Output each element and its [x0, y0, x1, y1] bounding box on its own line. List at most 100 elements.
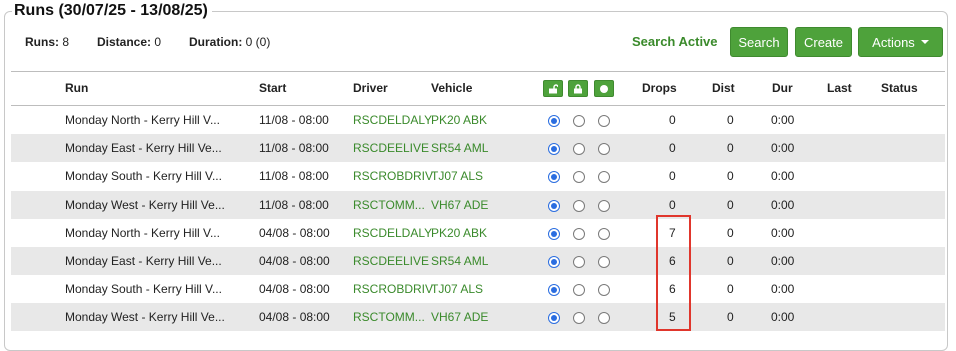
radio-locked[interactable]: [573, 115, 585, 127]
radio-circle[interactable]: [598, 284, 610, 297]
driver-cell[interactable]: RSCDELDALY: [353, 113, 432, 127]
distance-stat-value: 0: [154, 35, 162, 49]
panel-title: Runs (30/07/25 - 13/08/25): [12, 2, 212, 20]
radio-circle[interactable]: [598, 256, 610, 268]
dur-cell: 0:00: [771, 113, 795, 127]
start-cell: 11/08 - 08:00: [259, 113, 329, 127]
vehicle-cell[interactable]: SR54 AML: [431, 141, 488, 155]
driver-cell[interactable]: RSCDEELIVE: [353, 254, 429, 268]
radio-locked[interactable]: [573, 199, 585, 212]
radio-circle[interactable]: [598, 171, 610, 184]
radio-unlocked[interactable]: [548, 115, 560, 127]
radio-unlocked[interactable]: [548, 256, 560, 268]
search-active-label: Search Active: [632, 34, 718, 49]
vehicle-cell[interactable]: PK20 ABK: [431, 226, 487, 240]
start-cell: 11/08 - 08:00: [259, 197, 329, 212]
drops-highlight-box: [656, 215, 691, 331]
radio-circle[interactable]: [598, 115, 610, 127]
table-row[interactable]: Monday East - Kerry Hill Ve... 11/08 - 08…: [11, 134, 945, 163]
col-header-dur: Dur: [772, 81, 793, 95]
duration-stat: Duration: 0 (0): [189, 35, 270, 49]
select-all-lock-button[interactable]: [568, 80, 588, 97]
col-header-driver: Driver: [353, 81, 388, 95]
dur-cell: 0:00: [771, 141, 795, 156]
vehicle-cell[interactable]: SR54 AML: [431, 254, 488, 268]
col-header-last: Last: [827, 81, 852, 95]
col-header-start: Start: [259, 81, 287, 95]
col-header-run: Run: [65, 81, 89, 95]
drops-cell: 0: [669, 141, 676, 156]
radio-circle[interactable]: [598, 143, 610, 156]
radio-locked[interactable]: [573, 256, 585, 268]
radio-unlocked[interactable]: [548, 312, 560, 325]
vehicle-cell[interactable]: VH67 ADE: [431, 198, 488, 212]
dist-cell: 0: [727, 254, 734, 268]
col-header-dist: Dist: [712, 81, 735, 95]
start-cell: 04/08 - 08:00: [259, 225, 330, 240]
run-cell: Monday West - Kerry Hill Ve...: [65, 310, 225, 325]
run-cell: Monday East - Kerry Hill Ve...: [65, 254, 222, 268]
select-all-circle-button[interactable]: [594, 80, 614, 97]
col-header-vehicle: Vehicle: [431, 81, 473, 95]
dur-cell: 0:00: [771, 254, 795, 268]
dist-cell: 0: [727, 113, 734, 127]
radio-locked[interactable]: [573, 143, 585, 156]
search-button[interactable]: Search: [730, 27, 788, 57]
table-row[interactable]: Monday North - Kerry Hill V... 11/08 - 08…: [11, 106, 945, 134]
dur-cell: 0:00: [771, 282, 795, 297]
radio-unlocked[interactable]: [548, 284, 560, 297]
table-row[interactable]: Monday West - Kerry Hill Ve... 04/08 - 08…: [11, 303, 945, 332]
driver-cell[interactable]: RSCDELDALY: [353, 226, 432, 240]
actions-button[interactable]: Actions: [858, 27, 943, 57]
vehicle-cell[interactable]: VH67 ADE: [431, 310, 488, 324]
table-top-border: [11, 71, 945, 72]
start-cell: 04/08 - 08:00: [259, 254, 330, 268]
radio-circle[interactable]: [598, 312, 610, 325]
duration-stat-label: Duration:: [189, 35, 243, 49]
table-row[interactable]: Monday South - Kerry Hill V... 04/08 - 08…: [11, 275, 945, 303]
search-button-label: Search: [738, 34, 780, 50]
unlock-icon: [549, 83, 558, 93]
dist-cell: 0: [727, 225, 734, 240]
radio-unlocked[interactable]: [548, 143, 560, 156]
driver-cell[interactable]: RSCROBDRIV: [353, 169, 433, 183]
driver-cell[interactable]: RSCTOMM...: [353, 310, 425, 324]
actions-button-label: Actions: [872, 34, 915, 50]
create-button[interactable]: Create: [795, 27, 852, 57]
dist-cell: 0: [727, 282, 734, 297]
select-all-unlock-button[interactable]: [543, 80, 563, 97]
radio-locked[interactable]: [573, 284, 585, 297]
vehicle-cell[interactable]: PK20 ABK: [431, 113, 487, 127]
create-button-label: Create: [803, 34, 844, 50]
start-cell: 11/08 - 08:00: [259, 141, 329, 156]
drops-cell: 0: [669, 113, 676, 127]
table-row[interactable]: Monday South - Kerry Hill V... 11/08 - 08…: [11, 162, 945, 190]
radio-unlocked[interactable]: [548, 199, 560, 212]
radio-locked[interactable]: [573, 171, 585, 184]
dur-cell: 0:00: [771, 310, 795, 325]
radio-locked[interactable]: [573, 312, 585, 325]
radio-unlocked[interactable]: [548, 171, 560, 184]
vehicle-cell[interactable]: TJ07 ALS: [431, 169, 483, 183]
driver-cell[interactable]: RSCROBDRIV: [353, 282, 433, 296]
radio-locked[interactable]: [573, 227, 585, 240]
radio-circle[interactable]: [598, 227, 610, 240]
run-cell: Monday South - Kerry Hill V...: [65, 282, 222, 297]
run-cell: Monday West - Kerry Hill Ve...: [65, 197, 225, 212]
distance-stat: Distance: 0: [97, 35, 161, 49]
vehicle-cell[interactable]: TJ07 ALS: [431, 282, 483, 296]
lock-icon: [574, 83, 582, 93]
drops-cell: 0: [669, 169, 676, 184]
driver-cell[interactable]: RSCTOMM...: [353, 198, 425, 212]
table-row[interactable]: Monday East - Kerry Hill Ve... 04/08 - 08…: [11, 247, 945, 275]
radio-circle[interactable]: [598, 199, 610, 212]
driver-cell[interactable]: RSCDEELIVE: [353, 141, 429, 155]
start-cell: 04/08 - 08:00: [259, 310, 330, 325]
col-header-drops: Drops: [642, 81, 677, 95]
run-cell: Monday North - Kerry Hill V...: [65, 225, 220, 240]
circle-icon: [600, 84, 608, 93]
table-row[interactable]: Monday North - Kerry Hill V... 04/08 - 08…: [11, 219, 945, 247]
radio-unlocked[interactable]: [548, 227, 560, 240]
run-cell: Monday East - Kerry Hill Ve...: [65, 141, 222, 156]
table-row[interactable]: Monday West - Kerry Hill Ve... 11/08 - 08…: [11, 190, 945, 219]
